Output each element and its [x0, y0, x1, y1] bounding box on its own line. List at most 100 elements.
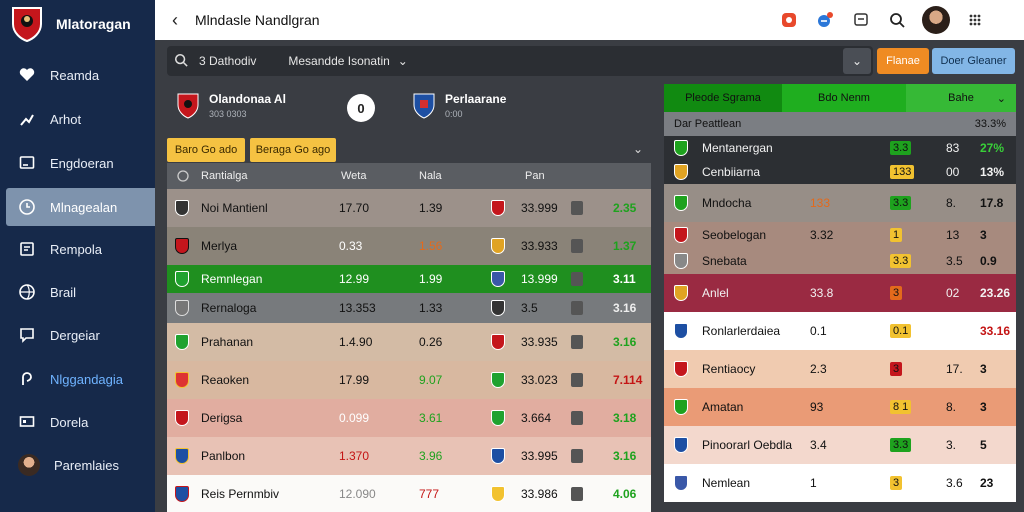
brand[interactable]: Mlatoragan: [0, 0, 155, 48]
odds-draw[interactable]: 1.39: [419, 189, 442, 227]
odds-c[interactable]: 13: [946, 222, 959, 248]
odds-home[interactable]: 12.090: [339, 475, 376, 512]
odds-d[interactable]: 33.16: [980, 312, 1010, 350]
odds-d[interactable]: 23: [980, 464, 993, 502]
record-icon[interactable]: [778, 9, 800, 31]
odds-d[interactable]: 17.8: [980, 184, 1003, 222]
sidebar-item-rempola[interactable]: Rempola: [6, 230, 155, 268]
notification-icon[interactable]: [814, 9, 836, 31]
table-row[interactable]: Derigsa 0.099 3.61 3.664 3.18: [167, 399, 651, 437]
sidebar-item-dorela[interactable]: Dorela: [6, 403, 155, 441]
sidebar-item-paremlaies[interactable]: Paremlaies: [6, 446, 155, 484]
odds-away[interactable]: 33.995: [521, 437, 558, 475]
odds-home[interactable]: 17.70: [339, 189, 369, 227]
odds-home[interactable]: 0.33: [339, 227, 362, 265]
lock-icon[interactable]: [571, 227, 583, 265]
right-table-row[interactable]: Rentiaocy 2.3 3 17. 3: [664, 350, 1016, 388]
odds-a[interactable]: 0.1: [810, 312, 827, 350]
table-row[interactable]: Reis Pernmbiv 12.090 777 33.986 4.06: [167, 475, 651, 512]
chevron-down-icon[interactable]: ⌄: [633, 142, 643, 156]
odds-c[interactable]: 3.5: [946, 248, 963, 274]
tab-bdo-nenm[interactable]: Bdo Nenm: [782, 84, 906, 112]
right-table-row[interactable]: Ronlarlerdaiea 0.1 0.1 33.16: [664, 312, 1016, 350]
search-icon[interactable]: [886, 9, 908, 31]
apps-grid-icon[interactable]: [964, 9, 986, 31]
lock-icon[interactable]: [571, 437, 583, 475]
odds-a[interactable]: 3.32: [810, 222, 833, 248]
odds-draw[interactable]: 0.26: [419, 323, 442, 361]
filter-chip[interactable]: Baro Go ado: [167, 138, 245, 162]
odds-d[interactable]: 27%: [980, 136, 1004, 160]
odds-c[interactable]: 3.: [946, 426, 956, 464]
sidebar-item-reamda[interactable]: Reamda: [6, 56, 155, 94]
radio-icon[interactable]: [177, 163, 189, 189]
odds-total[interactable]: 3.16: [613, 293, 636, 323]
odds-total[interactable]: 7.114: [613, 361, 642, 399]
right-table-row[interactable]: Cenbiiarna 133 00 13%: [664, 160, 1016, 184]
odds-total[interactable]: 4.06: [613, 475, 636, 512]
column-header[interactable]: Weta: [341, 163, 366, 189]
odds-away[interactable]: 13.999: [521, 265, 558, 293]
odds-c[interactable]: 8.: [946, 388, 956, 426]
odds-b-badge[interactable]: 3: [890, 464, 903, 502]
odds-home[interactable]: 13.353: [339, 293, 376, 323]
chat-icon[interactable]: [850, 9, 872, 31]
odds-home[interactable]: 1.370: [339, 437, 369, 475]
lock-icon[interactable]: [571, 399, 583, 437]
odds-draw[interactable]: 3.61: [419, 399, 442, 437]
table-row[interactable]: Prahanan 1.4.90 0.26 33.935 3.16: [167, 323, 651, 361]
odds-d[interactable]: 5: [980, 426, 987, 464]
sidebar-item-dergeiar[interactable]: Dergeiar: [6, 316, 155, 354]
odds-draw[interactable]: 1.56: [419, 227, 442, 265]
sidebar-item-nlggandagia[interactable]: Nlggandagia: [6, 360, 155, 398]
table-row[interactable]: Panlbon 1.370 3.96 33.995 3.16: [167, 437, 651, 475]
filter-chip[interactable]: Beraga Go ago: [250, 138, 336, 162]
odds-b-badge[interactable]: 3.3: [890, 184, 912, 222]
orange-action-button[interactable]: Flanae: [877, 48, 929, 74]
odds-total[interactable]: 3.16: [613, 437, 636, 475]
odds-b-badge[interactable]: 8 1: [890, 388, 912, 426]
odds-a[interactable]: 2.3: [810, 350, 827, 388]
lock-icon[interactable]: [571, 361, 583, 399]
odds-d[interactable]: 23.26: [980, 274, 1010, 312]
odds-home[interactable]: 12.99: [339, 265, 369, 293]
odds-away[interactable]: 33.986: [521, 475, 558, 512]
right-table-row[interactable]: Seobelogan 3.32 1 13 3: [664, 222, 1016, 248]
odds-c[interactable]: 00: [946, 160, 959, 184]
lock-icon[interactable]: [571, 265, 583, 293]
odds-total[interactable]: 3.18: [613, 399, 636, 437]
market-select[interactable]: Mesandde Isonatin ⌄: [288, 54, 407, 68]
odds-away[interactable]: 33.999: [521, 189, 558, 227]
odds-a[interactable]: 133: [810, 184, 830, 222]
odds-draw[interactable]: 777: [419, 475, 439, 512]
blue-action-button[interactable]: Doer Gleaner: [932, 48, 1015, 74]
table-row[interactable]: Reaoken 17.99 9.07 33.023 7.114: [167, 361, 651, 399]
right-table-row[interactable]: Anlel 33.8 3 02 23.26: [664, 274, 1016, 312]
sidebar-item-engdoeran[interactable]: Engdoeran: [6, 144, 155, 182]
table-row[interactable]: Rernaloga 13.353 1.33 3.5 3.16: [167, 293, 651, 323]
right-table-row[interactable]: Mndocha 133 3.3 8. 17.8: [664, 184, 1016, 222]
lock-icon[interactable]: [571, 475, 583, 512]
odds-d[interactable]: 3: [980, 388, 987, 426]
odds-b-badge[interactable]: 3: [890, 274, 903, 312]
lock-icon[interactable]: [571, 293, 583, 323]
odds-c[interactable]: 17.: [946, 350, 963, 388]
back-arrow-icon[interactable]: ‹: [155, 10, 195, 31]
column-header[interactable]: Rantialga: [201, 163, 247, 189]
right-table-row[interactable]: Nemlean 1 3 3.6 23: [664, 464, 1016, 502]
odds-a[interactable]: 33.8: [810, 274, 833, 312]
odds-away[interactable]: 33.935: [521, 323, 558, 361]
odds-total[interactable]: 3.11: [613, 265, 636, 293]
odds-b-badge[interactable]: 3.3: [890, 248, 912, 274]
odds-d[interactable]: 13%: [980, 160, 1004, 184]
dropdown-toggle-button[interactable]: ⌄: [843, 48, 871, 74]
sidebar-item-mlnagealan[interactable]: Mlnagealan: [6, 188, 155, 226]
home-team[interactable]: Olandonaa Al 303 0303: [177, 92, 286, 119]
odds-d[interactable]: 3: [980, 222, 987, 248]
odds-total[interactable]: 3.16: [613, 323, 636, 361]
odds-home[interactable]: 17.99: [339, 361, 369, 399]
odds-a[interactable]: 1: [810, 464, 817, 502]
column-header[interactable]: Pan: [525, 163, 545, 189]
odds-b-badge[interactable]: 1: [890, 222, 903, 248]
odds-c[interactable]: 8.: [946, 184, 956, 222]
